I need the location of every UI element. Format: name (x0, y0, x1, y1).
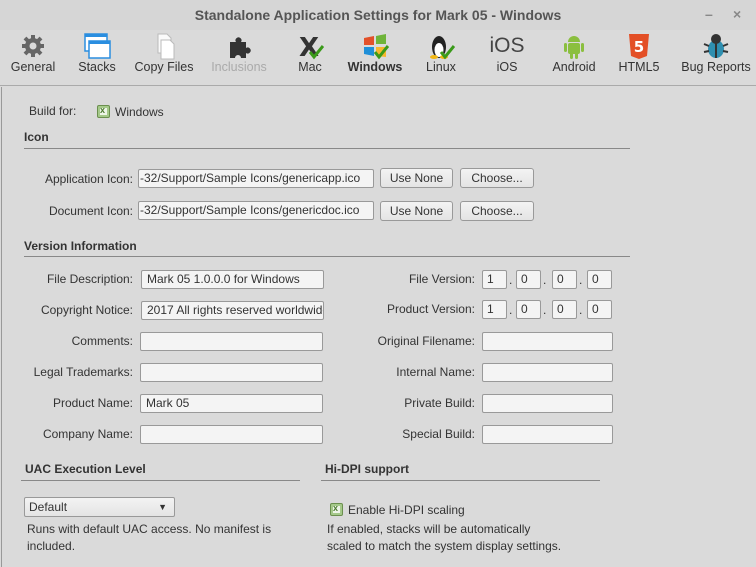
version-field-input[interactable] (482, 425, 613, 444)
application-icon-field[interactable]: -32/Support/Sample Icons/genericapp.ico (138, 169, 374, 188)
version-field-input[interactable]: 2017 All rights reserved worldwide (141, 301, 324, 320)
version-separator: . (579, 303, 583, 317)
hidpi-checkbox-label: Enable Hi-DPI scaling (348, 503, 465, 517)
version-field-input[interactable]: Mark 05 (140, 394, 323, 413)
tab-bug-reports[interactable]: Bug Reports (680, 30, 752, 86)
version-field-label: Internal Name: (396, 365, 475, 379)
ios-icon: iOS (489, 34, 525, 57)
build-for-label: Build for: (29, 104, 77, 118)
file-version-part[interactable]: 1 (482, 270, 507, 289)
minimize-button[interactable]: – (705, 6, 713, 22)
version-field-input[interactable] (140, 363, 323, 382)
stacks-icon (84, 33, 111, 59)
gear-icon (22, 35, 44, 57)
version-field-input[interactable] (140, 425, 323, 444)
window-title: Standalone Application Settings for Mark… (194, 7, 562, 23)
divider (24, 148, 630, 149)
mac-x-icon: X (299, 33, 324, 60)
divider (21, 480, 300, 481)
hidpi-heading: Hi-DPI support (325, 462, 409, 476)
version-separator: . (509, 303, 513, 317)
version-heading: Version Information (24, 239, 137, 253)
file-version-part[interactable]: 0 (516, 270, 541, 289)
version-separator: . (543, 273, 547, 287)
tab-general[interactable]: General (0, 30, 69, 86)
files-icon (157, 33, 175, 60)
build-for-windows-label: Windows (115, 105, 164, 119)
version-field-label: Comments: (71, 334, 133, 348)
version-field-label: Special Build: (402, 427, 475, 441)
version-field-input[interactable] (482, 332, 613, 351)
divider (24, 256, 630, 257)
windows-flag-icon (364, 34, 389, 60)
svg-text:5: 5 (634, 38, 644, 56)
tab-stacks[interactable]: Stacks (61, 30, 133, 86)
version-field-label: Private Build: (404, 396, 475, 410)
hidpi-description-2: scaled to match the system display setti… (327, 539, 562, 553)
html5-icon: 5 (629, 34, 649, 59)
puzzle-icon (230, 37, 251, 58)
app-icon-choose-button[interactable]: Choose... (460, 168, 534, 188)
dropdown-arrow-icon: ▼ (158, 502, 167, 512)
tab-ios[interactable]: iOS iOS (471, 30, 543, 86)
application-icon-label: Application Icon: (44, 172, 133, 186)
tux-icon (430, 36, 455, 60)
close-button[interactable]: × (733, 6, 741, 22)
file-version-part[interactable]: 0 (587, 270, 612, 289)
version-field-input[interactable] (140, 332, 323, 351)
hidpi-checkbox[interactable]: x (330, 503, 343, 516)
version-separator: . (543, 303, 547, 317)
tab-windows[interactable]: Windows (339, 30, 411, 86)
hidpi-description: If enabled, stacks will be automatically (327, 522, 531, 536)
version-field-label: Company Name: (42, 427, 133, 441)
file-version-part[interactable]: 0 (552, 270, 577, 289)
uac-selected-value: Default (29, 500, 68, 514)
doc-icon-choose-button[interactable]: Choose... (460, 201, 534, 221)
uac-description-2: included. (27, 539, 76, 553)
uac-description: Runs with default UAC access. No manifes… (27, 522, 272, 536)
file-version-label: File Version: (408, 272, 475, 286)
version-separator: . (579, 273, 583, 287)
android-icon (564, 36, 584, 59)
product-version-part[interactable]: 0 (587, 300, 612, 319)
tab-html5[interactable]: 5 HTML5 (603, 30, 675, 86)
uac-heading: UAC Execution Level (25, 462, 146, 476)
settings-panel (1, 87, 756, 567)
version-field-input[interactable] (482, 363, 613, 382)
version-field-input[interactable] (482, 394, 613, 413)
version-field-label: Copyright Notice: (40, 303, 133, 317)
version-field-label: Legal Trademarks: (33, 365, 133, 379)
tab-copy-files[interactable]: Copy Files (128, 30, 200, 86)
tab-label: Bug Reports (681, 60, 751, 74)
version-field-input[interactable]: Mark 05 1.0.0.0 for Windows (141, 270, 324, 289)
document-icon-label: Document Icon: (48, 204, 133, 218)
tab-inclusions: Inclusions (203, 30, 275, 86)
version-field-label: File Description: (46, 272, 133, 286)
app-icon-use-none-button[interactable]: Use None (380, 168, 453, 188)
toolbar: General Stacks Copy Files Inclusions X M… (0, 30, 756, 86)
divider (321, 480, 600, 481)
document-icon-field[interactable]: -32/Support/Sample Icons/genericdoc.ico (138, 201, 374, 220)
version-field-label: Product Name: (52, 396, 133, 410)
tab-linux[interactable]: Linux (405, 30, 477, 86)
title-bar: Standalone Application Settings for Mark… (0, 0, 756, 30)
version-field-label: Original Filename: (377, 334, 475, 348)
doc-icon-use-none-button[interactable]: Use None (380, 201, 453, 221)
product-version-part[interactable]: 0 (516, 300, 541, 319)
product-version-label: Product Version: (386, 302, 475, 316)
bug-icon (703, 34, 729, 58)
tab-mac[interactable]: X Mac (274, 30, 346, 86)
product-version-part[interactable]: 0 (552, 300, 577, 319)
build-for-windows-checkbox[interactable]: x (97, 105, 110, 118)
version-separator: . (509, 273, 513, 287)
icon-heading: Icon (24, 130, 49, 144)
uac-level-dropdown[interactable]: Default ▼ (24, 497, 175, 517)
product-version-part[interactable]: 1 (482, 300, 507, 319)
tab-android[interactable]: Android (538, 30, 610, 86)
